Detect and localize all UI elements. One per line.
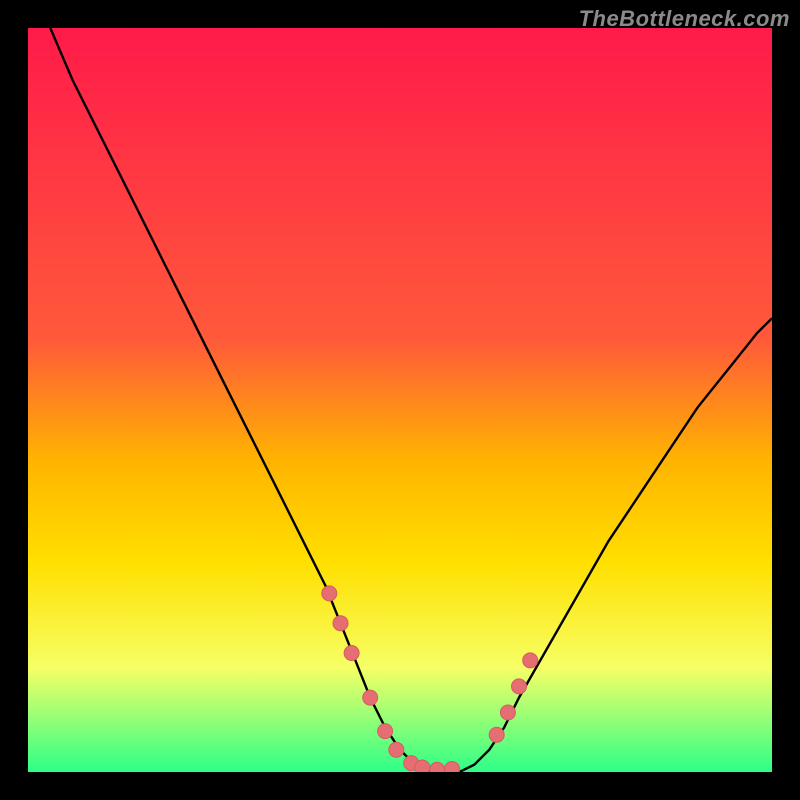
highlight-point	[489, 727, 504, 742]
highlight-point	[363, 690, 378, 705]
highlight-point	[333, 616, 348, 631]
chart-container: TheBottleneck.com	[0, 0, 800, 800]
highlight-point	[523, 653, 538, 668]
highlight-point	[445, 762, 460, 773]
highlight-point	[344, 646, 359, 661]
highlight-point	[512, 679, 527, 694]
highlight-point	[322, 586, 337, 601]
highlight-point	[378, 724, 393, 739]
highlight-point	[500, 705, 515, 720]
highlight-point	[415, 760, 430, 772]
chart-svg	[28, 28, 772, 772]
watermark-text: TheBottleneck.com	[579, 6, 790, 32]
gradient-background	[28, 28, 772, 772]
plot-area	[28, 28, 772, 772]
highlight-point	[389, 742, 404, 757]
